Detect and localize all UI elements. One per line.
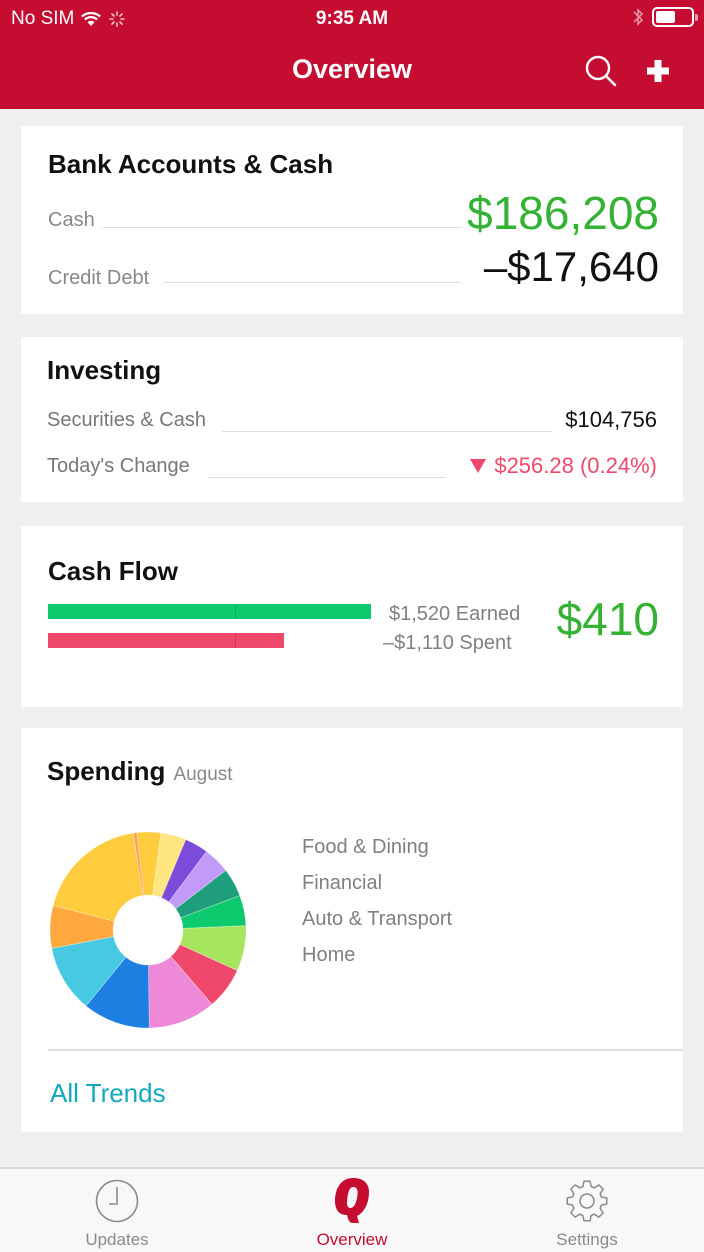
bank-accounts-card[interactable]: Bank Accounts & Cash Cash $186,208 Credi… bbox=[21, 126, 683, 314]
quicken-q-icon bbox=[335, 1178, 369, 1223]
bank-accounts-title: Bank Accounts & Cash bbox=[48, 149, 334, 179]
search-icon[interactable] bbox=[584, 54, 618, 88]
cash-flow-card[interactable]: Cash Flow $1,520 Earned –$1,110 Spent $4… bbox=[21, 526, 683, 707]
spending-donut-chart[interactable] bbox=[48, 830, 248, 1030]
todays-change-label: Today's Change bbox=[47, 455, 190, 477]
all-trends-link[interactable]: All Trends bbox=[50, 1078, 166, 1109]
status-right bbox=[632, 7, 698, 27]
cash-flow-title: Cash Flow bbox=[48, 556, 179, 586]
battery-icon bbox=[652, 7, 698, 27]
credit-debt-label: Credit Debt bbox=[48, 267, 150, 289]
status-bar: No SIM 9:35 AM bbox=[0, 0, 704, 36]
investing-card[interactable]: Investing Securities & Cash $104,756 Tod… bbox=[21, 337, 683, 502]
pie-slice[interactable] bbox=[52, 832, 144, 922]
battery-fill bbox=[656, 11, 675, 23]
cash-value: $186,208 bbox=[467, 187, 659, 239]
credit-debt-leader bbox=[164, 282, 461, 283]
securities-value: $104,756 bbox=[565, 407, 657, 432]
earned-label: $1,520 Earned bbox=[389, 603, 521, 625]
todays-change-leader bbox=[208, 477, 446, 478]
bluetooth-icon bbox=[633, 8, 644, 26]
tab-label: Settings bbox=[556, 1230, 618, 1249]
plus-icon[interactable] bbox=[644, 57, 672, 85]
securities-leader bbox=[222, 431, 552, 432]
todays-change: $256.28 (0.24%) bbox=[470, 453, 657, 479]
spent-bar bbox=[48, 633, 284, 648]
spending-period: August bbox=[173, 764, 233, 785]
tab-overview[interactable]: Overview bbox=[272, 1169, 432, 1252]
tab-bar: Updates Overview Settings bbox=[0, 1167, 704, 1252]
triangle-down-icon bbox=[470, 459, 487, 473]
spending-card[interactable]: Spending August Food & Dining Financial … bbox=[21, 728, 683, 1132]
tab-label: Overview bbox=[316, 1230, 388, 1249]
gear-icon bbox=[566, 1180, 608, 1222]
legend-item[interactable]: Food & Dining bbox=[302, 836, 429, 859]
navigation-bar: Overview bbox=[0, 36, 704, 109]
earned-bar bbox=[48, 604, 371, 619]
investing-title: Investing bbox=[47, 355, 162, 385]
tab-label: Updates bbox=[85, 1230, 149, 1249]
spending-title: Spending bbox=[47, 756, 166, 786]
tab-settings[interactable]: Settings bbox=[507, 1169, 667, 1252]
divider bbox=[48, 1049, 683, 1051]
legend-item[interactable]: Auto & Transport bbox=[302, 908, 452, 931]
net-cash-flow: $410 bbox=[556, 593, 659, 645]
tab-updates[interactable]: Updates bbox=[37, 1169, 197, 1252]
spent-label: –$1,110 Spent bbox=[383, 632, 512, 654]
cash-leader bbox=[103, 227, 461, 228]
clock-icon bbox=[95, 1179, 139, 1223]
todays-change-value: $256.28 (0.24%) bbox=[494, 453, 657, 478]
status-time: 9:35 AM bbox=[315, 8, 389, 29]
credit-debt-value: –$17,640 bbox=[483, 243, 659, 290]
spending-header: Spending August bbox=[47, 756, 233, 787]
legend-item[interactable]: Home bbox=[302, 944, 355, 967]
cash-label: Cash bbox=[48, 209, 95, 231]
legend-item[interactable]: Financial bbox=[302, 872, 382, 895]
securities-label: Securities & Cash bbox=[47, 409, 206, 431]
